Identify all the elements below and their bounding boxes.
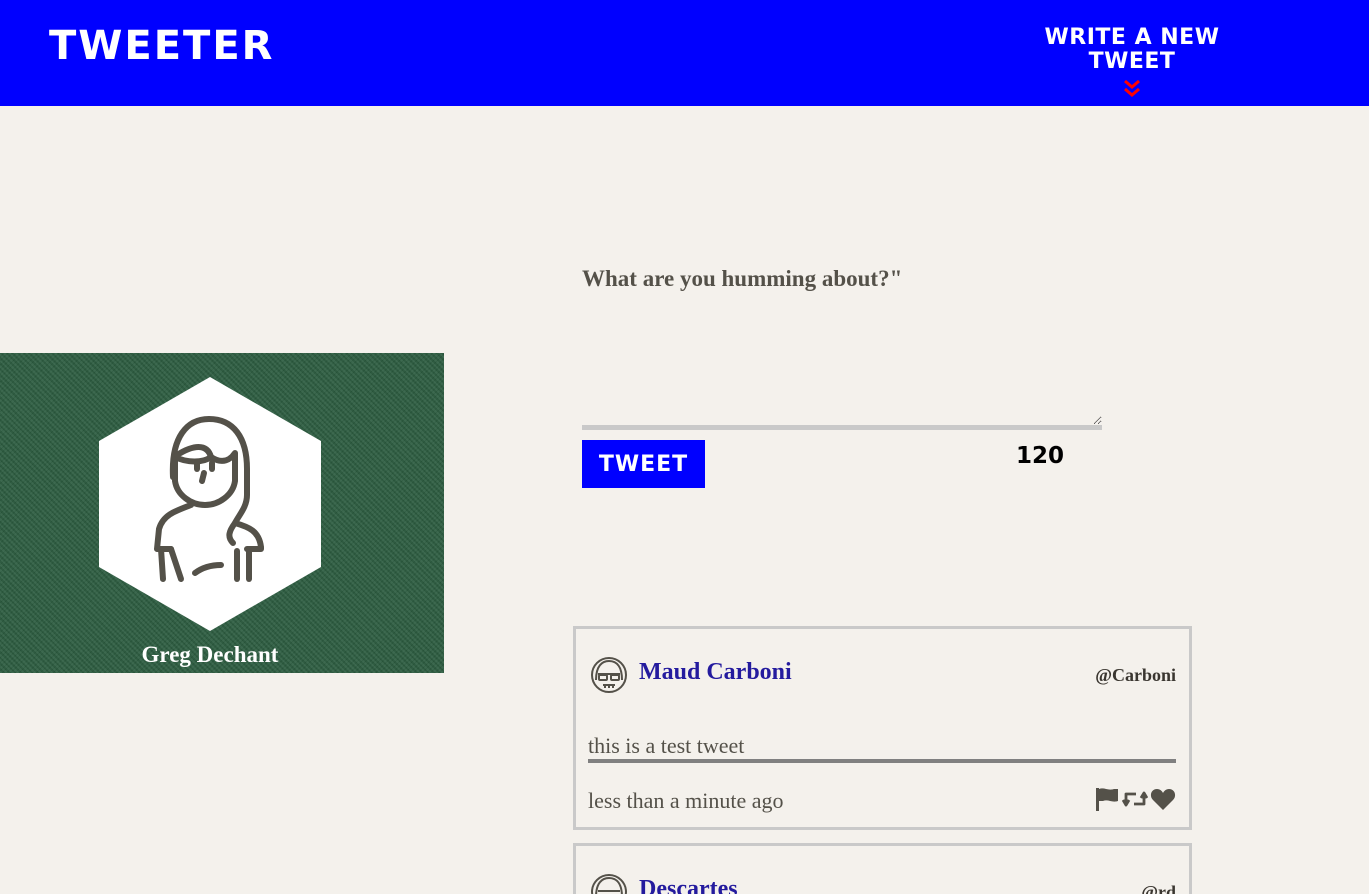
user-avatar-icon: [591, 874, 627, 894]
write-new-tweet-label: WRITE A NEW TWEET: [1044, 25, 1220, 74]
tweet-author-name[interactable]: Maud Carboni: [639, 659, 792, 686]
tweet-textarea[interactable]: [582, 324, 1102, 430]
tweet-author-handle: @rd: [1141, 882, 1176, 894]
write-new-tweet-button[interactable]: WRITE A NEW TWEET: [1003, 26, 1261, 100]
tweet-actions: [1094, 786, 1176, 812]
character-counter: 120: [1016, 443, 1065, 469]
user-avatar-icon: [591, 657, 627, 693]
profile-avatar: [99, 377, 321, 631]
heart-icon[interactable]: [1150, 786, 1176, 812]
double-chevron-down-icon: [1124, 79, 1140, 97]
profile-name: Greg Dechant: [141, 642, 279, 667]
tweet-author-handle: @Carboni: [1095, 665, 1176, 685]
flag-icon[interactable]: [1094, 786, 1120, 812]
retweet-icon[interactable]: [1122, 786, 1148, 812]
tweet-card: Maud Carboni @Carboni this is a test twe…: [573, 626, 1192, 830]
compose-title: What are you humming about?": [582, 266, 903, 291]
compose-section: What are you humming about?" TWEET 120: [582, 262, 1102, 488]
top-nav: TWEETER WRITE A NEW TWEET: [0, 0, 1369, 106]
tweet-content: this is a test tweet: [588, 733, 745, 758]
profile-banner: Greg Dechant: [0, 353, 444, 673]
tweet-timestamp: less than a minute ago: [588, 788, 784, 813]
tweet-author-name[interactable]: Descartes: [639, 876, 738, 894]
brand-logo[interactable]: TWEETER: [49, 26, 274, 66]
tweet-card: Descartes @rd: [573, 843, 1192, 894]
tweet-submit-button[interactable]: TWEET: [582, 440, 705, 488]
tweet-divider: [588, 759, 1176, 763]
